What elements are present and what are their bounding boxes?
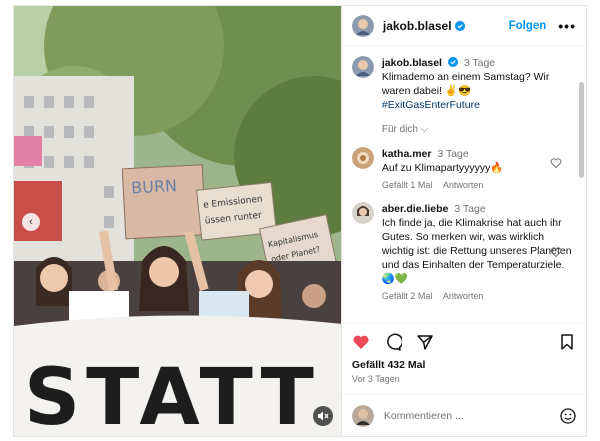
add-comment-bar: Kommentieren ... [341,394,586,436]
heart-icon[interactable] [550,246,562,258]
comment-likes[interactable]: Gefällt 1 Mal [382,180,433,190]
sign-text: BURN [131,176,178,197]
comment-likes[interactable]: Gefällt 2 Mal [382,291,433,301]
banner-text: STATT [24,353,320,436]
caption-username[interactable]: jakob.blasel [382,57,442,69]
verified-icon [447,57,458,67]
post-details-panel: jakob.blasel Folgen ••• jakob.blasel 3 T… [340,6,586,436]
share-icon[interactable] [416,333,434,351]
emoji-icon[interactable] [560,407,576,424]
author-avatar[interactable] [351,56,374,78]
heart-icon[interactable] [550,157,562,169]
scrollbar[interactable] [579,82,584,178]
post-caption: jakob.blasel 3 Tage Klimademo an einem S… [351,56,576,112]
caption-text: Klimademo an einem Samstag? Wir waren da… [381,71,550,97]
verified-icon [454,20,465,31]
post-actions [341,323,586,359]
commenter-avatar[interactable] [351,147,374,169]
viewer-avatar [351,404,374,427]
reply-button[interactable]: Antworten [443,291,484,301]
for-you-filter[interactable]: Für dich ⌵ [382,124,576,135]
bookmark-icon[interactable] [558,333,576,351]
previous-button[interactable]: ‹ [22,213,40,231]
comment-item: katha.mer 3 Tage Auf zu Klimapartyyyyyy🔥… [351,147,576,192]
post-modal: BURN e Emissionen üssen runter Kapitalis… [13,5,587,437]
mute-icon [317,411,329,421]
hashtag-link[interactable]: #ExitGasEnterFuture [382,98,576,112]
comment-time: 3 Tage [454,203,486,215]
post-date: Vor 3 Tagen [351,374,400,384]
caption-time: 3 Tage [463,57,496,69]
heart-icon[interactable] [352,333,370,351]
reply-button[interactable]: Antworten [443,180,484,190]
more-options-button[interactable]: ••• [558,19,576,33]
post-header: jakob.blasel Folgen ••• [341,6,586,46]
comments-section[interactable]: jakob.blasel 3 Tage Klimademo an einem S… [342,46,586,323]
protest-scene-image: BURN e Emissionen üssen runter Kapitalis… [14,6,341,436]
comment-input[interactable]: Kommentieren ... [384,410,560,422]
likes-count[interactable]: Gefällt 432 Mal [342,359,586,371]
comment-item: aber.die.liebe 3 Tage Ich finde ja, die … [351,202,576,303]
comment-username[interactable]: katha.mer [382,148,432,160]
author-avatar[interactable] [351,14,374,37]
post-video[interactable]: BURN e Emissionen üssen runter Kapitalis… [14,6,341,436]
comment-icon[interactable] [384,333,402,351]
chevron-left-icon: ‹ [29,216,33,228]
comment-time: 3 Tage [437,148,469,160]
comment-text: Auf zu Klimapartyyyyyy🔥 [381,162,504,174]
mute-button[interactable] [312,406,333,426]
follow-button[interactable]: Folgen [509,20,547,32]
comment-username[interactable]: aber.die.liebe [382,203,449,215]
author-username[interactable]: jakob.blasel [383,19,452,33]
comment-text: Ich finde ja, die Klimakrise hat auch ih… [381,217,572,285]
commenter-avatar[interactable] [351,202,374,224]
